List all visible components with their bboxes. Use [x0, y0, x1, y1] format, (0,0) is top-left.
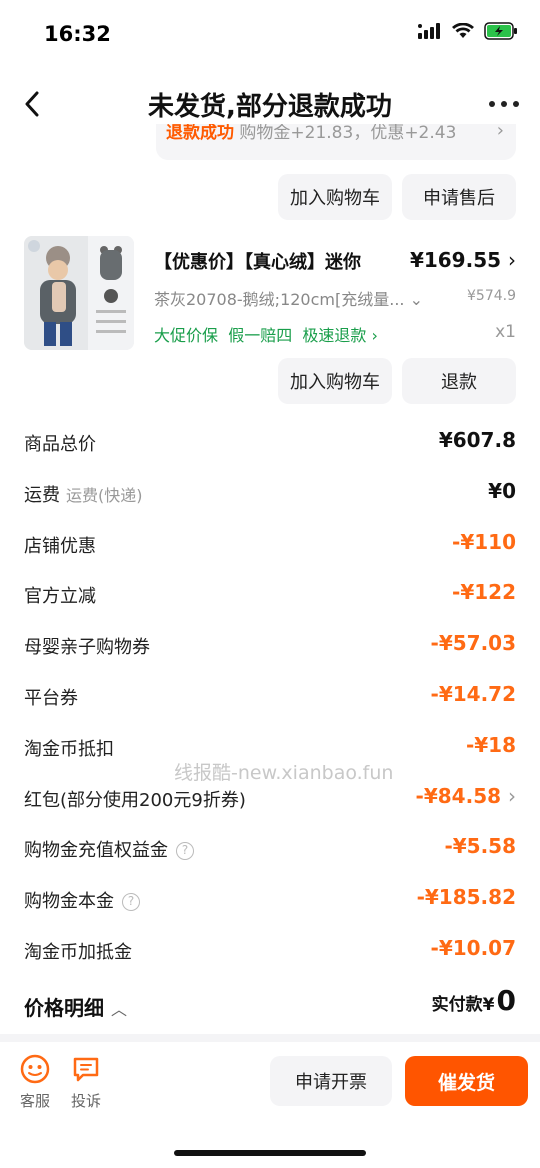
chevron-right-icon: ›: [508, 248, 516, 272]
refund-banner[interactable]: 退款成功 购物金+21.83，优惠+2.43 ›: [156, 124, 516, 160]
price-detail-label: 价格明细: [24, 996, 104, 1020]
help-icon[interactable]: ?: [176, 842, 194, 861]
row-value: -¥110: [452, 529, 516, 554]
row-label-text: 购物金本金: [24, 891, 114, 913]
complaint-icon: [73, 1057, 99, 1082]
signal-icon: [418, 23, 440, 39]
customer-service-button[interactable]: 客服: [15, 1054, 55, 1111]
request-invoice-button[interactable]: 申请开票: [270, 1056, 392, 1106]
refund-banner-text: 退款成功 购物金+21.83，优惠+2.43: [166, 124, 456, 143]
price-row-platform-coupon: 平台券 -¥14.72: [24, 670, 516, 721]
row-value: -¥122: [452, 580, 516, 605]
tag-fast-refund: 极速退款: [302, 326, 367, 345]
paid-label: 实付款¥: [431, 995, 495, 1015]
product-price-value: ¥169.55: [409, 248, 502, 272]
complaint-button[interactable]: 投诉: [66, 1054, 106, 1111]
row-label: 红包(部分使用200元9折券): [24, 789, 246, 811]
item1-actions: 加入购物车 申请售后: [278, 174, 516, 220]
complaint-label: 投诉: [70, 1092, 101, 1110]
product-sku-text: 茶灰20708-鹅绒;120cm[充绒量...: [154, 290, 405, 309]
tag-price-protect: 大促价保: [154, 326, 219, 345]
shipping-sublabel: 运费(快递): [66, 485, 143, 505]
row-label: 购物金本金?: [24, 887, 140, 913]
chevron-right-icon: ›: [496, 124, 504, 141]
status-time: 16:32: [44, 22, 111, 46]
price-breakdown: 商品总价 ¥607.8 运费 运费(快递) ¥0 店铺优惠 -¥110 官方立减 …: [24, 416, 516, 975]
row-value: ¥0: [488, 478, 516, 503]
status-bar: 16:32: [0, 0, 540, 70]
add-to-cart-button[interactable]: 加入购物车: [278, 358, 392, 404]
row-label: 淘金币加抵金: [24, 941, 132, 963]
price-row-recharge-bonus: 购物金充值权益金? -¥5.58: [24, 822, 516, 873]
after-sale-button[interactable]: 申请售后: [402, 174, 516, 220]
more-dot-icon: [489, 101, 495, 107]
chevron-right-icon: ›: [508, 783, 516, 808]
service-label: 客服: [19, 1092, 50, 1110]
more-button[interactable]: [486, 92, 522, 116]
row-label: 运费 运费(快递): [24, 481, 143, 507]
paid-amount: 实付款¥ 0: [432, 984, 516, 1017]
row-label: 购物金充值权益金?: [24, 836, 194, 862]
section-divider: [0, 1034, 540, 1042]
bottom-bar: 客服 投诉 申请开票 催发货: [0, 1042, 540, 1132]
product-thumbnail-icon: [24, 236, 134, 350]
row-value: ¥607.8: [438, 428, 516, 452]
row-value: -¥84.58 ›: [416, 784, 516, 808]
price-row-total: 商品总价 ¥607.8: [24, 416, 516, 467]
row-value: -¥185.82: [416, 885, 516, 910]
add-to-cart-button[interactable]: 加入购物车: [278, 174, 392, 220]
help-icon[interactable]: ?: [122, 893, 140, 912]
paid-value: 0: [496, 984, 516, 1017]
row-label: 店铺优惠: [24, 535, 96, 557]
price-row-shipping: 运费 运费(快递) ¥0: [24, 467, 516, 518]
row-value: -¥57.03: [430, 631, 516, 656]
row-label: 淘金币抵扣: [24, 738, 114, 760]
chevron-up-icon: ︿: [110, 1000, 127, 1019]
price-row-baby-coupon: 母婴亲子购物券 -¥57.03: [24, 619, 516, 670]
watermark: 线报酷-new.xianbao.fun: [174, 762, 394, 784]
row-value: -¥10.07: [430, 935, 516, 960]
price-row-coin-bonus: 淘金币加抵金 -¥10.07: [24, 924, 516, 975]
more-dot-icon: [501, 101, 507, 107]
price-detail-toggle[interactable]: 价格明细 ︿: [24, 992, 127, 1021]
row-label: 平台券: [24, 687, 78, 709]
row-label: 官方立减: [24, 586, 96, 608]
row-label-text: 运费: [24, 484, 60, 506]
chevron-down-icon: ⌄: [409, 290, 423, 309]
page-title: 未发货,部分退款成功: [148, 92, 392, 122]
product-card[interactable]: 【优惠价】【真心绒】迷你 ¥169.55 › 茶灰20708-鹅绒;120cm[…: [24, 236, 516, 356]
price-row-official-discount: 官方立减 -¥122: [24, 568, 516, 619]
refund-status: 退款成功: [166, 124, 234, 143]
product-name[interactable]: 【优惠价】【真心绒】迷你: [154, 248, 361, 274]
chevron-right-icon: ›: [371, 326, 378, 345]
urge-shipping-button[interactable]: 催发货: [405, 1056, 528, 1106]
original-price: ¥574.9: [467, 288, 516, 304]
service-icon: [20, 1054, 50, 1084]
status-icons: [418, 22, 518, 40]
refund-button[interactable]: 退款: [402, 358, 516, 404]
row-value: -¥18: [465, 732, 516, 757]
refund-detail: 购物金+21.83，优惠+2.43: [239, 124, 457, 143]
battery-icon: [484, 22, 517, 40]
row-label-text: 购物金充值权益金: [24, 840, 168, 862]
tag-fake-compensation: 假一赔四: [228, 326, 293, 345]
price-detail-bar[interactable]: 价格明细 ︿ 实付款¥ 0: [24, 984, 516, 1024]
product-price: ¥169.55 ›: [410, 248, 516, 272]
price-row-shopping-principal: 购物金本金? -¥185.82: [24, 873, 516, 924]
service-tags[interactable]: 大促价保 假一赔四 极速退款 ›: [154, 322, 378, 346]
row-label: 商品总价: [24, 434, 96, 455]
price-row-shop-discount: 店铺优惠 -¥110: [24, 518, 516, 569]
row-value-text: -¥84.58: [415, 783, 502, 808]
product-sku[interactable]: 茶灰20708-鹅绒;120cm[充绒量... ⌄: [154, 286, 423, 310]
row-label: 母婴亲子购物券: [24, 637, 150, 659]
row-value: -¥5.58: [444, 834, 516, 859]
home-indicator: [174, 1150, 366, 1156]
item2-actions: 加入购物车 退款: [278, 358, 516, 404]
row-value: -¥14.72: [430, 681, 516, 706]
wifi-icon: [452, 23, 474, 38]
more-dot-icon: [513, 101, 519, 107]
product-quantity: x1: [495, 322, 516, 342]
product-image[interactable]: [24, 236, 134, 350]
